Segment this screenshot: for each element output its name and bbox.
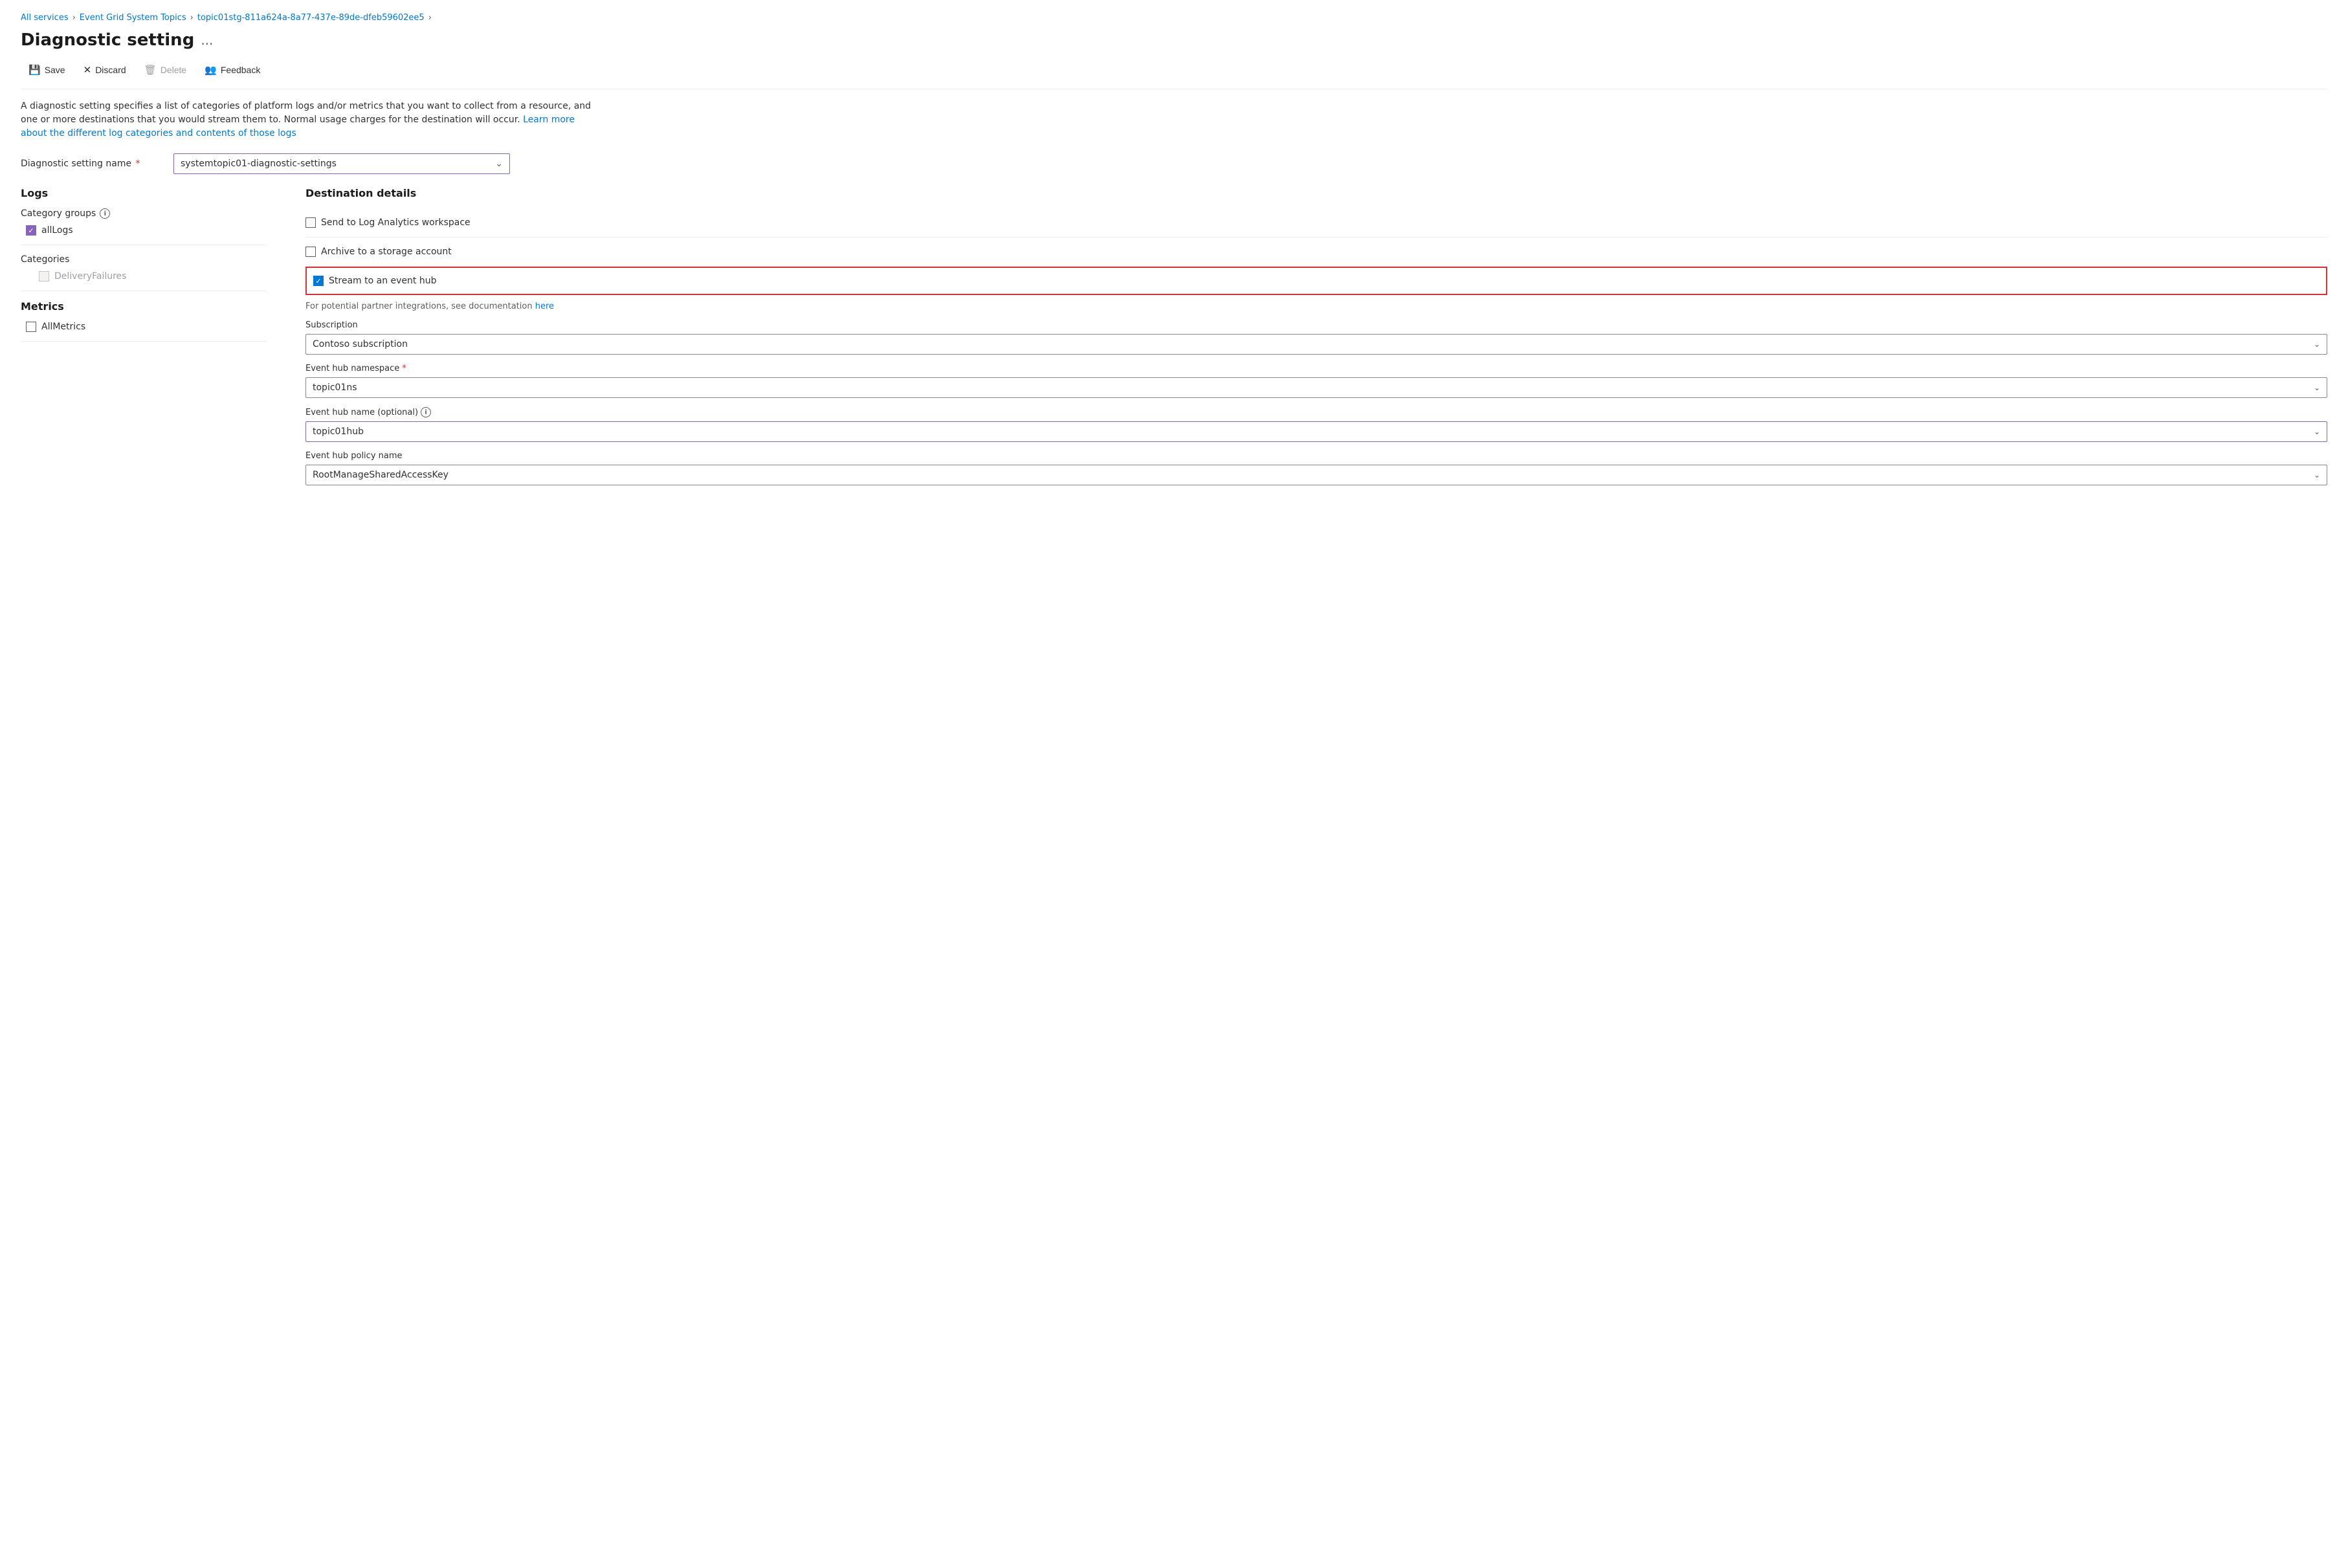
categories-label: Categories [21,254,267,265]
breadcrumb: All services › Event Grid System Topics … [21,13,2327,23]
namespace-field: Event hub namespace * topic01ns ⌄ [305,364,2327,398]
subscription-dropdown[interactable]: Contoso subscription ⌄ [305,334,2327,355]
subscription-field: Subscription Contoso subscription ⌄ [305,320,2327,355]
page-title: Diagnostic setting [21,30,194,50]
all-metrics-checkbox[interactable] [26,322,36,332]
category-groups-label: Category groups i [21,208,267,219]
policy-chevron-icon: ⌄ [2314,470,2320,480]
storage-account-row: Archive to a storage account [305,237,2327,267]
subscription-chevron-icon: ⌄ [2314,340,2320,349]
discard-icon: ✕ [83,64,92,76]
input-chevron-icon: ⌄ [495,159,503,169]
policy-label: Event hub policy name [305,451,2327,461]
all-logs-checkmark: ✓ [28,226,34,235]
delivery-failures-checkbox[interactable] [39,271,49,282]
log-analytics-label: Send to Log Analytics workspace [321,217,471,228]
page-title-ellipsis: ... [201,32,213,48]
feedback-button[interactable]: 👥 Feedback [197,60,268,80]
log-analytics-checkbox[interactable] [305,217,316,228]
subscription-label: Subscription [305,320,2327,330]
policy-dropdown[interactable]: RootManageSharedAccessKey ⌄ [305,465,2327,485]
all-metrics-label: AllMetrics [41,322,85,332]
breadcrumb-event-grid[interactable]: Event Grid System Topics [80,13,186,23]
diagnostic-name-label: Diagnostic setting name * [21,159,163,169]
event-hub-checkmark: ✓ [315,277,321,285]
diagnostic-name-row: Diagnostic setting name * systemtopic01-… [21,153,2327,174]
namespace-chevron-icon: ⌄ [2314,383,2320,392]
description-text: A diagnostic setting specifies a list of… [21,101,591,125]
hub-name-dropdown[interactable]: topic01hub ⌄ [305,421,2327,442]
partner-text: For potential partner integrations, see … [305,295,2327,320]
category-groups-info-icon[interactable]: i [100,208,110,219]
namespace-dropdown[interactable]: topic01ns ⌄ [305,377,2327,398]
policy-field: Event hub policy name RootManageSharedAc… [305,451,2327,485]
save-icon: 💾 [28,64,41,76]
required-marker: * [136,159,140,169]
event-hub-row: ✓ Stream to an event hub [305,267,2327,295]
delivery-failures-label: DeliveryFailures [54,271,126,282]
partner-here-link[interactable]: here [535,302,554,311]
destination-section-title: Destination details [305,187,2327,199]
logs-section-title: Logs [21,187,267,199]
breadcrumb-topic[interactable]: topic01stg-811a624a-8a77-437e-89de-dfeb5… [197,13,425,23]
all-metrics-row: AllMetrics [21,322,267,332]
breadcrumb-all-services[interactable]: All services [21,13,69,23]
all-logs-checkbox[interactable]: ✓ [26,225,36,236]
feedback-icon: 👥 [205,64,217,76]
all-logs-row: ✓ allLogs [21,225,267,236]
page-title-row: Diagnostic setting ... [21,30,2327,50]
left-panel: Logs Category groups i ✓ allLogs Categor… [21,187,267,494]
all-logs-label: allLogs [41,225,73,236]
save-button[interactable]: 💾 Save [21,60,73,80]
delivery-failures-row: DeliveryFailures [21,271,267,282]
delete-icon: 🗑 [144,64,157,76]
hub-name-chevron-icon: ⌄ [2314,427,2320,436]
metrics-section-title: Metrics [21,300,267,313]
event-hub-label: Stream to an event hub [329,276,436,286]
delete-button[interactable]: 🗑 Delete [137,60,195,80]
namespace-label: Event hub namespace * [305,364,2327,373]
storage-account-label: Archive to a storage account [321,247,452,257]
hub-name-info-icon[interactable]: i [421,407,431,417]
diagnostic-name-input[interactable]: systemtopic01-diagnostic-settings ⌄ [173,153,510,174]
main-content: Logs Category groups i ✓ allLogs Categor… [21,187,2327,494]
toolbar: 💾 Save ✕ Discard 🗑 Delete 👥 Feedback [21,60,2327,89]
log-analytics-row: Send to Log Analytics workspace [305,208,2327,237]
storage-account-checkbox[interactable] [305,247,316,257]
description: A diagnostic setting specifies a list of… [21,100,603,140]
discard-button[interactable]: ✕ Discard [76,60,134,80]
hub-name-label: Event hub name (optional) i [305,407,2327,417]
event-hub-checkbox[interactable]: ✓ [313,276,324,286]
metrics-divider [21,341,267,342]
hub-name-field: Event hub name (optional) i topic01hub ⌄ [305,407,2327,442]
right-panel: Destination details Send to Log Analytic… [305,187,2327,494]
